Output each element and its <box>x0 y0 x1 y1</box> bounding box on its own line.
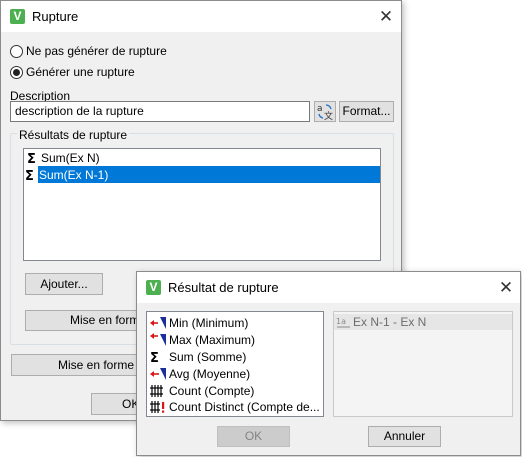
radio-no-break-label: Ne pas générer de rupture <box>26 44 167 58</box>
function-item-label: Count Distinct (Compte de... <box>169 400 320 415</box>
app-logo-icon: V <box>10 9 25 24</box>
dialog-title: Rupture <box>32 9 79 24</box>
result-item-label: Sum(Ex N) <box>41 150 100 165</box>
selected-field-label: Ex N-1 - Ex N <box>353 315 427 329</box>
translate-icon: a 文 <box>317 104 333 122</box>
selected-field-item: 1a Ex N-1 - Ex N <box>334 314 512 330</box>
description-input[interactable]: description de la rupture <box>10 101 310 122</box>
add-button[interactable]: Ajouter... <box>25 273 103 295</box>
results-list[interactable]: Σ Sum(Ex N) Σ Sum(Ex N-1) <box>23 148 381 261</box>
avg-icon <box>149 367 168 381</box>
selected-fields-list: 1a Ex N-1 - Ex N <box>333 311 513 417</box>
function-item-label: Max (Maximum) <box>169 333 255 348</box>
radio-generate-break-label: Générer une rupture <box>26 65 135 79</box>
function-item-label: Avg (Moyenne) <box>169 366 251 381</box>
function-item[interactable]: Count (Compte) <box>147 382 323 399</box>
radio-generate-break[interactable]: Générer une rupture <box>10 65 135 79</box>
svg-text:Σ: Σ <box>150 351 159 364</box>
close-button[interactable]: ✕ <box>371 4 401 30</box>
result-item[interactable]: Σ Sum(Ex N-1) <box>24 166 380 184</box>
radio-no-break-circle[interactable] <box>10 44 23 58</box>
result-cancel-button[interactable]: Annuler <box>368 426 441 447</box>
svg-text:1a: 1a <box>336 317 346 326</box>
min-icon <box>149 316 168 330</box>
function-item[interactable]: Σ Sum (Somme) <box>147 349 323 366</box>
result-ok-button[interactable]: OK <box>217 426 290 447</box>
count-icon <box>149 384 168 398</box>
svg-text:Σ: Σ <box>27 152 36 165</box>
numeric-field-icon: 1a <box>336 317 350 328</box>
results-group-title: Résultats de rupture <box>17 128 130 142</box>
result-title-bar: V Résultat de rupture ✕ <box>137 272 520 303</box>
translate-button[interactable]: a 文 <box>314 101 336 122</box>
max-icon <box>149 333 168 347</box>
function-item[interactable]: Avg (Moyenne) <box>147 365 323 382</box>
svg-text:Σ: Σ <box>25 169 34 182</box>
result-item[interactable]: Σ Sum(Ex N) <box>24 149 380 167</box>
svg-text:文: 文 <box>324 110 333 121</box>
svg-text:a: a <box>317 104 323 114</box>
title-bar: V Rupture ✕ <box>1 1 401 32</box>
result-close-button[interactable]: ✕ <box>491 275 520 301</box>
function-item[interactable]: Max (Maximum) <box>147 332 323 349</box>
function-item[interactable]: Min (Minimum) <box>147 315 323 332</box>
app-logo-icon: V <box>146 280 161 295</box>
sigma-icon: Σ <box>149 350 168 366</box>
radio-no-break[interactable]: Ne pas générer de rupture <box>10 44 167 58</box>
function-item-label: Sum (Somme) <box>169 349 247 364</box>
result-item-label: Sum(Ex N-1) <box>39 167 109 182</box>
function-item-label: Min (Minimum) <box>169 316 249 331</box>
count-distinct-icon <box>149 400 168 414</box>
sigma-icon: Σ <box>24 167 38 184</box>
result-dialog: V Résultat de rupture ✕ Min (Minimum) Max… <box>136 271 521 456</box>
function-item[interactable]: Count Distinct (Compte de... <box>147 399 323 416</box>
result-dialog-title: Résultat de rupture <box>168 280 279 295</box>
radio-generate-break-circle[interactable] <box>10 65 23 79</box>
sigma-icon: Σ <box>26 151 40 167</box>
function-item-label: Count (Compte) <box>169 383 255 398</box>
format-button[interactable]: Format... <box>339 101 394 122</box>
functions-list[interactable]: Min (Minimum) Max (Maximum) Σ Sum (Somme) Av… <box>146 311 324 417</box>
